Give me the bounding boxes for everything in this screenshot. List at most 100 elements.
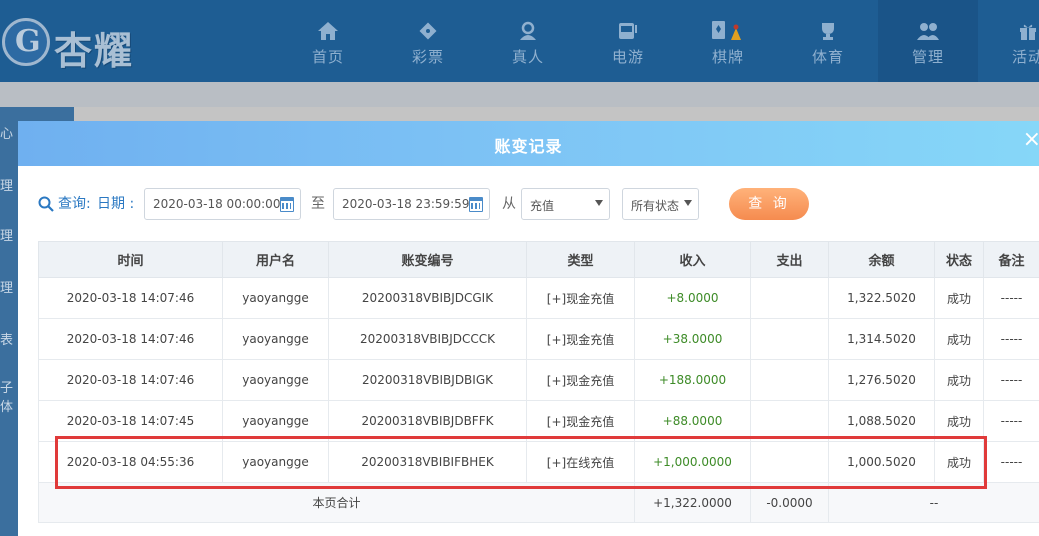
cell-username: yaoyangge	[222, 359, 329, 401]
column-header: 用户名	[222, 241, 329, 278]
modal-header: 账变记录 ×	[18, 121, 1039, 166]
table-row: 2020-03-18 14:07:46 yaoyangge 20200318VB…	[38, 318, 1039, 360]
search-icon	[38, 188, 54, 220]
cell-balance: 1,088.5020	[828, 400, 935, 442]
query-button[interactable]: 查 询	[729, 188, 809, 220]
cell-remark: -----	[983, 359, 1039, 401]
slot-machine-icon	[617, 20, 639, 42]
table-header-row: 时间 用户名 账变编号 类型 收入 支出 余额 状态 备注	[38, 241, 1039, 278]
status-select-value: 所有状态	[631, 199, 680, 213]
modal-title: 账变记录	[494, 137, 563, 156]
table-row: 2020-03-18 04:55:36 yaoyangge 20200318VB…	[38, 441, 1039, 483]
nav-item-live[interactable]: 真人	[478, 0, 578, 82]
gift-icon	[1018, 20, 1038, 42]
cell-income: +38.0000	[634, 318, 751, 360]
cell-balance: 1,276.5020	[828, 359, 935, 401]
cell-expense	[750, 441, 829, 483]
users-icon	[916, 20, 940, 42]
nav-label: 管理	[911, 48, 944, 66]
total-balance: --	[828, 482, 1039, 523]
cell-username: yaoyangge	[222, 441, 329, 483]
cards-icon	[711, 20, 745, 42]
column-header: 状态	[934, 241, 984, 278]
end-date-value: 2020-03-18 23:59:59	[342, 197, 470, 211]
date-label: 日期 :	[97, 196, 135, 212]
type-select-value: 充值	[530, 199, 555, 213]
chevron-down-icon	[595, 200, 603, 206]
sidebar-item[interactable]: 理	[0, 225, 18, 244]
cell-transaction-id: 20200318VBIBJDCGIK	[328, 277, 527, 319]
cell-income: +8.0000	[634, 277, 751, 319]
transaction-table: 时间 用户名 账变编号 类型 收入 支出 余额 状态 备注 2020-03-18…	[38, 241, 1039, 523]
total-expense: -0.0000	[750, 482, 829, 523]
nav-label: 活动	[1011, 48, 1039, 66]
to-label: 至	[311, 196, 325, 212]
cell-status: 成功	[934, 359, 984, 401]
nav-label: 首页	[311, 48, 344, 66]
cell-expense	[750, 400, 829, 442]
end-date-input[interactable]: 2020-03-18 23:59:59	[333, 188, 490, 220]
table-row: 2020-03-18 14:07:46 yaoyangge 20200318VB…	[38, 277, 1039, 319]
nav-item-sports[interactable]: 体育	[778, 0, 878, 82]
site-logo[interactable]: 杏耀	[2, 10, 152, 73]
cell-expense	[750, 359, 829, 401]
lottery-icon	[418, 20, 438, 42]
logo-emblem	[2, 18, 50, 66]
calendar-icon[interactable]	[280, 197, 294, 212]
table-row: 2020-03-18 14:07:45 yaoyangge 20200318VB…	[38, 400, 1039, 442]
status-select[interactable]: 所有状态	[622, 188, 699, 220]
cell-expense	[750, 318, 829, 360]
table-total-row: 本页合计 +1,322.0000 -0.0000 --	[38, 482, 1039, 523]
nav-item-promo[interactable]: 活动	[978, 0, 1039, 82]
nav-label: 体育	[811, 48, 844, 66]
query-bar: 查询: 日期 : 2020-03-18 00:00:00 至 2020-03-1…	[38, 188, 1038, 220]
nav-item-home[interactable]: 首页	[278, 0, 378, 82]
cell-type: [+]现金充值	[526, 359, 635, 401]
cell-status: 成功	[934, 441, 984, 483]
cell-type: [+]现金充值	[526, 277, 635, 319]
start-date-input[interactable]: 2020-03-18 00:00:00	[144, 188, 301, 220]
cell-remark: -----	[983, 441, 1039, 483]
sidebar-item[interactable]: 子体	[0, 377, 18, 415]
home-icon	[317, 20, 339, 42]
from-label: 从	[502, 196, 516, 212]
column-header: 备注	[983, 241, 1039, 278]
cell-username: yaoyangge	[222, 400, 329, 442]
cell-expense	[750, 277, 829, 319]
nav-item-cards[interactable]: 棋牌	[678, 0, 778, 82]
total-income: +1,322.0000	[634, 482, 751, 523]
column-header: 账变编号	[328, 241, 527, 278]
nav-item-slots[interactable]: 电游	[578, 0, 678, 82]
cell-time: 2020-03-18 14:07:46	[38, 318, 223, 360]
cell-income: +1,000.0000	[634, 441, 751, 483]
query-label: 查询:	[58, 196, 91, 212]
cell-time: 2020-03-18 14:07:46	[38, 277, 223, 319]
nav-label: 真人	[511, 48, 544, 66]
nav-item-lottery[interactable]: 彩票	[378, 0, 478, 82]
sidebar-item[interactable]: 表	[0, 329, 18, 348]
sidebar-item[interactable]: 理	[0, 277, 18, 296]
cell-time: 2020-03-18 04:55:36	[38, 441, 223, 483]
nav-label: 电游	[611, 48, 644, 66]
column-header: 支出	[750, 241, 829, 278]
trophy-icon	[818, 20, 838, 42]
chevron-down-icon	[684, 200, 692, 206]
cell-income: +88.0000	[634, 400, 751, 442]
calendar-icon[interactable]	[469, 197, 483, 212]
total-label: 本页合计	[38, 482, 635, 523]
start-date-value: 2020-03-18 00:00:00	[153, 197, 281, 211]
sidebar-item[interactable]: 心	[0, 123, 18, 142]
main-nav: 首页 彩票 真人 电游 棋牌 体育 管理 活动	[278, 0, 1039, 82]
cell-transaction-id: 20200318VBIBIFBHEK	[328, 441, 527, 483]
close-icon[interactable]: ×	[1023, 129, 1039, 151]
cell-time: 2020-03-18 14:07:46	[38, 359, 223, 401]
table-row: 2020-03-18 14:07:46 yaoyangge 20200318VB…	[38, 359, 1039, 401]
type-select[interactable]: 充值	[521, 188, 610, 220]
nav-item-manage[interactable]: 管理	[878, 0, 978, 82]
column-header: 余额	[828, 241, 935, 278]
sidebar-item[interactable]: 理	[0, 175, 18, 194]
sub-toolbar	[0, 82, 1039, 107]
cell-balance: 1,314.5020	[828, 318, 935, 360]
cell-type: [+]现金充值	[526, 400, 635, 442]
cell-status: 成功	[934, 277, 984, 319]
